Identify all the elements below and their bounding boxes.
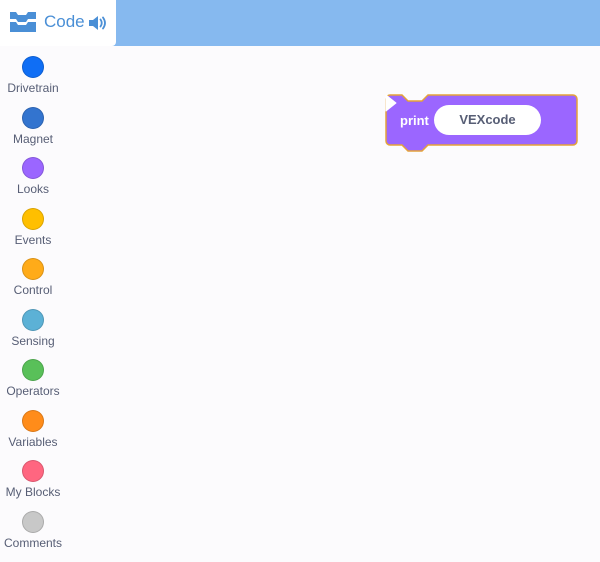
category-label: Magnet <box>12 132 54 146</box>
category-variables[interactable]: Variables <box>0 410 66 460</box>
category-dot <box>22 309 44 331</box>
category-magnet[interactable]: Magnet <box>0 107 66 157</box>
print-text-input[interactable]: VEXcode <box>434 105 541 135</box>
category-dot <box>22 157 44 179</box>
category-dot <box>22 359 44 381</box>
category-drivetrain[interactable]: Drivetrain <box>0 56 66 106</box>
category-dot <box>22 511 44 533</box>
print-keyword: print <box>400 113 429 128</box>
category-dot <box>22 258 44 280</box>
speaker-icon[interactable] <box>87 13 107 33</box>
category-label: My Blocks <box>5 485 61 499</box>
category-label: Variables <box>8 435 58 449</box>
category-my-blocks[interactable]: My Blocks <box>0 460 66 510</box>
category-control[interactable]: Control <box>0 258 66 308</box>
category-label: Comments <box>3 536 62 550</box>
category-looks[interactable]: Looks <box>0 157 66 207</box>
category-label: Events <box>14 233 52 247</box>
category-label: Looks <box>16 182 50 196</box>
category-label: Control <box>13 283 53 297</box>
tab-code-label: Code <box>44 12 85 31</box>
category-label: Operators <box>6 384 60 398</box>
category-label: Drivetrain <box>7 81 59 95</box>
category-dot <box>22 410 44 432</box>
category-dot <box>22 208 44 230</box>
category-operators[interactable]: Operators <box>0 359 66 409</box>
print-block[interactable]: print VEXcode <box>385 94 581 152</box>
category-comments[interactable]: Comments <box>0 511 66 561</box>
play-arrow-icon[interactable] <box>385 94 397 112</box>
category-events[interactable]: Events <box>0 208 66 258</box>
category-dot <box>22 56 44 78</box>
category-sensing[interactable]: Sensing <box>0 309 66 359</box>
top-bar: Code <box>0 0 600 46</box>
category-dot <box>22 107 44 129</box>
blocks-icon <box>10 12 36 32</box>
category-label: Sensing <box>11 334 55 348</box>
category-dot <box>22 460 44 482</box>
tab-code[interactable]: Code <box>0 0 116 46</box>
category-sidebar: Drivetrain Magnet Looks Events Control S… <box>0 46 66 562</box>
